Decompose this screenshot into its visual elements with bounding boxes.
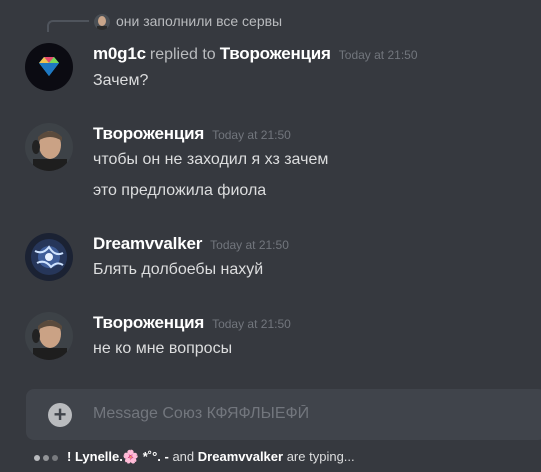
author-name[interactable]: m0g1c (93, 44, 146, 63)
plus-circle-icon[interactable]: + (48, 403, 72, 427)
reply-preview-text: они заполнили все сервы (116, 13, 283, 29)
message-text: Зачем? (93, 72, 149, 89)
typing-dots-icon (34, 449, 61, 464)
typing-indicator: ! Lynelle.🌸 *˚°. - and Dreamvvalker are … (34, 449, 355, 465)
message-input[interactable] (93, 402, 523, 426)
typing-user: *˚°. - (142, 449, 169, 464)
replied-to-label: replied to (149, 46, 216, 63)
diamond-avatar-icon[interactable] (25, 43, 73, 91)
reply-reference[interactable]: они заполнили все сервы (0, 8, 541, 32)
message-text: это предложила фиола (93, 182, 267, 199)
timestamp: Today at 21:50 (338, 48, 418, 62)
lightning-orb-avatar-icon[interactable] (25, 233, 73, 281)
portrait-avatar-icon[interactable] (25, 123, 73, 171)
author-name[interactable]: Твороженция (93, 124, 204, 143)
message-text: Блять долбоебы нахуй (93, 261, 264, 278)
message-header: m0g1c replied to Твороженция Today at 21:50 (93, 44, 418, 64)
message-header: Твороженция Today at 21:50 (93, 313, 291, 333)
author-name[interactable]: Dreamvvalker (93, 234, 202, 253)
portrait-avatar-icon[interactable] (25, 312, 73, 360)
typing-user-emoji: 🌸 (122, 449, 140, 464)
timestamp: Today at 21:50 (212, 317, 291, 331)
timestamp: Today at 21:50 (212, 128, 291, 142)
portrait-avatar-icon (94, 14, 110, 30)
author-name[interactable]: Твороженция (93, 313, 204, 332)
typing-user: ! Lynelle. (67, 449, 123, 464)
typing-user: Dreamvvalker (197, 449, 284, 464)
message-text: чтобы он не заходил я хз зачем (93, 151, 329, 168)
replied-to-name[interactable]: Твороженция (220, 44, 331, 63)
message-header: Dreamvvalker Today at 21:50 (93, 234, 289, 254)
timestamp: Today at 21:50 (210, 238, 289, 252)
message-header: Твороженция Today at 21:50 (93, 124, 291, 144)
message-composer: + (26, 389, 541, 440)
reply-spine (47, 20, 89, 32)
typing-suffix: are typing... (286, 449, 355, 464)
typing-and-label: and (172, 449, 195, 464)
message-text: не ко мне вопросы (93, 340, 233, 357)
